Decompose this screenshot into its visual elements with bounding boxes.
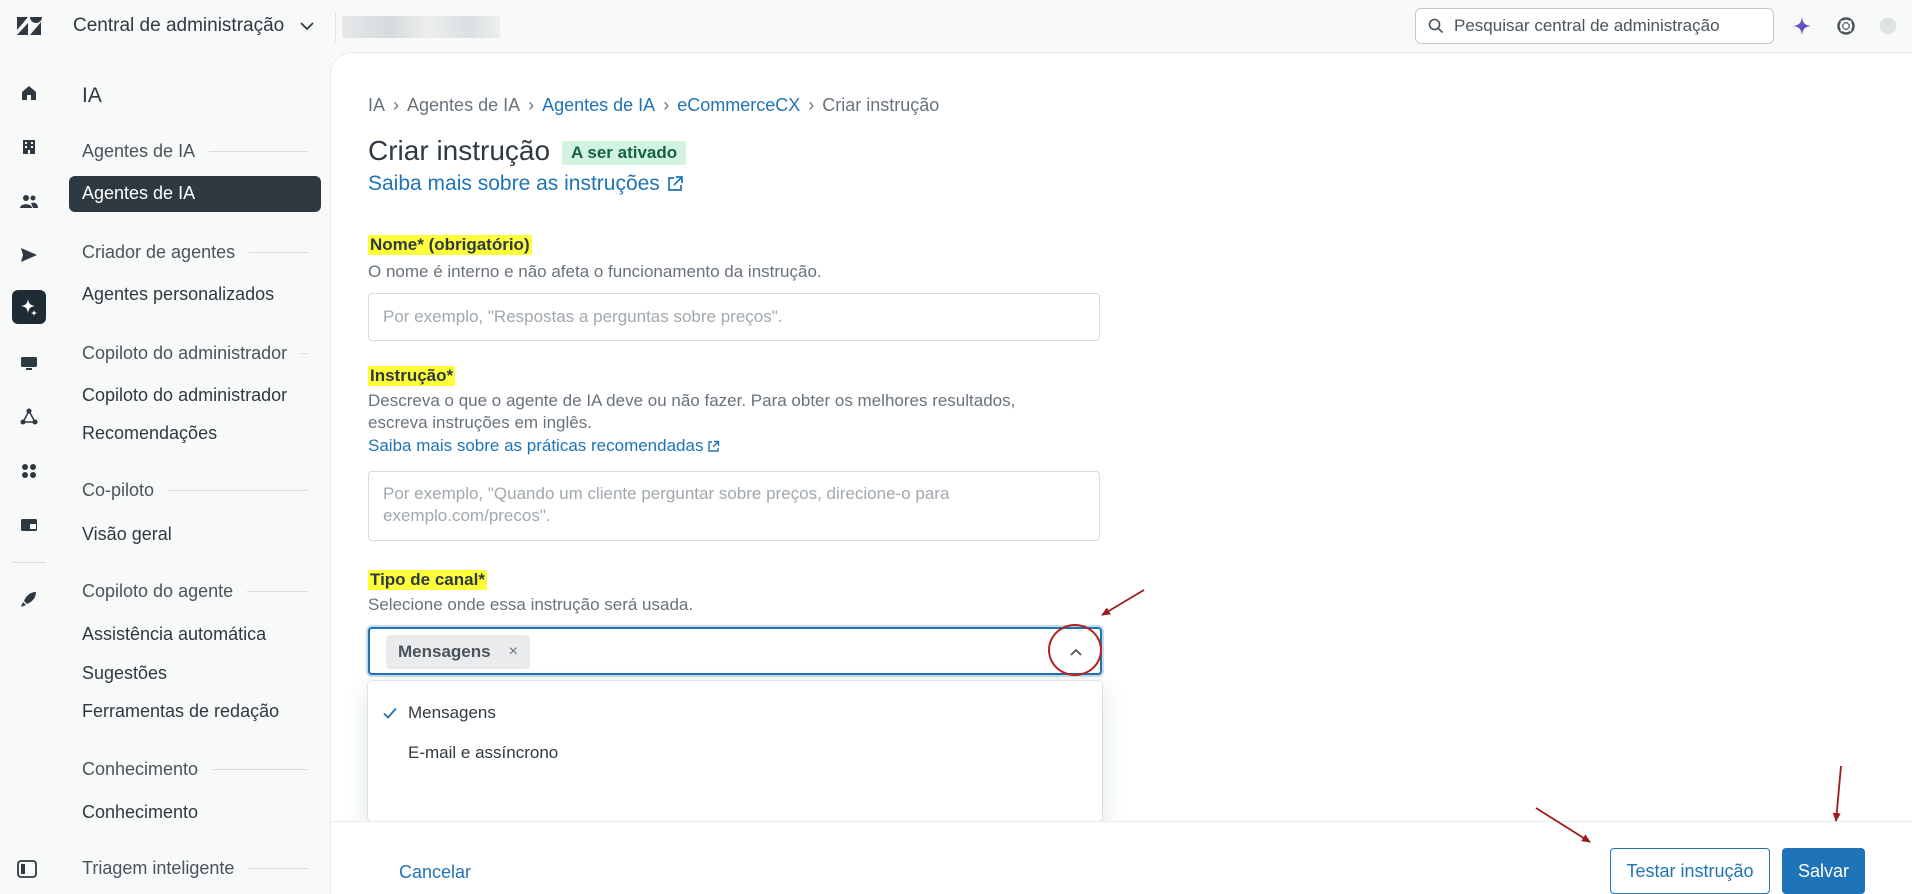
nav-section-agentes-ia: Agentes de IA (82, 141, 308, 162)
breadcrumb-separator-icon: › (528, 95, 535, 115)
nav-item-assistencia-automatica[interactable]: Assistência automática (82, 624, 266, 645)
breadcrumb-separator-icon: › (663, 95, 670, 115)
page-title: Criar instrução (368, 135, 551, 166)
selected-tag-mensagens: Mensagens × (386, 635, 530, 669)
top-bar: Central de administração (0, 0, 1912, 52)
breadcrumb-ia: IA (368, 95, 386, 115)
breadcrumb: IA › Agentes de IA › Agentes de IA › eCo… (368, 95, 939, 116)
nav-item-sugestoes[interactable]: Sugestões (82, 663, 167, 684)
option-mensagens[interactable]: Mensagens (368, 693, 1102, 733)
nav-item-ferramentas-redacao[interactable]: Ferramentas de redação (82, 701, 279, 722)
nav-item-conhecimento[interactable]: Conhecimento (82, 802, 198, 823)
apps-grid-icon (22, 464, 36, 478)
channel-combobox[interactable]: Mensagens × (368, 627, 1102, 675)
topbar-divider (335, 12, 336, 42)
breadcrumb-ecommercecx-link[interactable]: eCommerceCX (677, 95, 800, 116)
nav-section-co-piloto: Co-piloto (82, 480, 308, 501)
secondary-nav: IA Agentes de IA Agentes de IA Criador d… (58, 52, 330, 894)
nav-item-agentes-ia[interactable]: Agentes de IA (69, 176, 321, 212)
nav-item-recomendacoes[interactable]: Recomendações (82, 423, 217, 444)
rail-account-billing[interactable] (12, 508, 46, 542)
footer-bar: Cancelar Testar instrução Salvar (331, 821, 1912, 894)
rail-workspaces[interactable] (12, 346, 46, 380)
collapse-sidebar-icon[interactable] (16, 858, 38, 880)
nav-item-copiloto-admin[interactable]: Copiloto do administrador (82, 385, 287, 406)
nav-item-visao-geral[interactable]: Visão geral (82, 524, 172, 545)
rail-apps[interactable] (12, 454, 46, 488)
rail-people[interactable] (12, 184, 46, 218)
instruction-hint-line2: escreva instruções em inglês. (368, 413, 592, 432)
rail-divider (12, 562, 46, 563)
cancel-button[interactable]: Cancelar (399, 862, 471, 883)
nav-item-agentes-personalizados[interactable]: Agentes personalizados (82, 284, 274, 305)
breadcrumb-separator-icon: › (393, 95, 400, 115)
rail-objects[interactable] (12, 400, 46, 434)
check-icon (383, 707, 397, 719)
product-name: Central de administração (73, 15, 285, 36)
test-instruction-button[interactable]: Testar instrução (1610, 848, 1770, 894)
monitor-icon (21, 357, 37, 370)
product-rail (0, 52, 58, 894)
best-practices-link[interactable]: Saiba mais sobre as práticas recomendada… (368, 436, 720, 456)
channel-label: Tipo de canal* (368, 570, 487, 590)
nav-section-triagem: Triagem inteligente (82, 858, 308, 879)
breadcrumb-separator-icon: › (808, 95, 815, 115)
name-input[interactable] (368, 293, 1100, 341)
objects-rules-icon (20, 408, 38, 425)
name-label: Nome* (obrigatório) (368, 235, 532, 255)
external-link-icon (708, 440, 720, 452)
home-icon (22, 86, 36, 100)
status-badge: A ser ativado (562, 141, 687, 165)
main-panel: IA › Agentes de IA › Agentes de IA › eCo… (330, 52, 1912, 894)
name-hint: O nome é interno e não afeta o funcionam… (368, 262, 822, 281)
ai-sparkle-icon[interactable] (1790, 14, 1814, 38)
search-box[interactable] (1415, 8, 1774, 44)
breadcrumb-agentes-ia-link[interactable]: Agentes de IA (542, 95, 655, 116)
nav-title: IA (82, 84, 102, 107)
instruction-textarea[interactable] (368, 471, 1100, 541)
save-button[interactable]: Salvar (1782, 848, 1865, 894)
rail-home[interactable] (12, 76, 46, 110)
external-link-icon (667, 176, 683, 191)
breadcrumb-current: Criar instrução (822, 95, 940, 115)
remove-tag-icon[interactable]: × (509, 643, 518, 661)
redacted-account-name (342, 16, 500, 38)
ai-sparkle-icon (21, 299, 37, 316)
nav-section-copiloto-admin: Copiloto do administrador (82, 343, 308, 364)
building-icon (23, 140, 35, 154)
send-icon (21, 248, 37, 262)
rail-account[interactable] (12, 130, 46, 164)
learn-more-instructions-link[interactable]: Saiba mais sobre as instruções (368, 172, 684, 196)
rocket-icon (21, 592, 36, 607)
breadcrumb-agentes-ia-group: Agentes de IA (407, 95, 521, 115)
option-email-assincrono[interactable]: E-mail e assíncrono (368, 733, 1102, 773)
chevron-down-icon (300, 22, 314, 31)
rail-getting-started[interactable] (12, 582, 46, 616)
rail-channels[interactable] (12, 238, 46, 272)
nav-section-copiloto-agente: Copiloto do agente (82, 581, 308, 602)
channel-dropdown-menu: Mensagens E-mail e assíncrono (368, 681, 1102, 821)
people-icon (20, 195, 38, 208)
rail-ai[interactable] (12, 290, 46, 324)
search-input[interactable] (1454, 16, 1754, 36)
nav-section-conhecimento: Conhecimento (82, 759, 308, 780)
instruction-label: Instrução* (368, 366, 456, 386)
help-lifebuoy-icon[interactable] (1834, 14, 1858, 38)
search-icon (1428, 18, 1444, 34)
product-switcher[interactable]: Central de administração (73, 15, 316, 37)
channel-hint: Selecione onde essa instrução será usada… (368, 595, 694, 614)
server-icon (21, 519, 37, 531)
nav-section-criador-agentes: Criador de agentes (82, 242, 308, 263)
profile-avatar[interactable] (1876, 14, 1900, 38)
annotation-circle (1048, 624, 1102, 676)
instruction-hint-line1: Descreva o que o agente de IA deve ou nã… (368, 391, 1016, 410)
zendesk-logo-icon[interactable] (16, 14, 42, 38)
